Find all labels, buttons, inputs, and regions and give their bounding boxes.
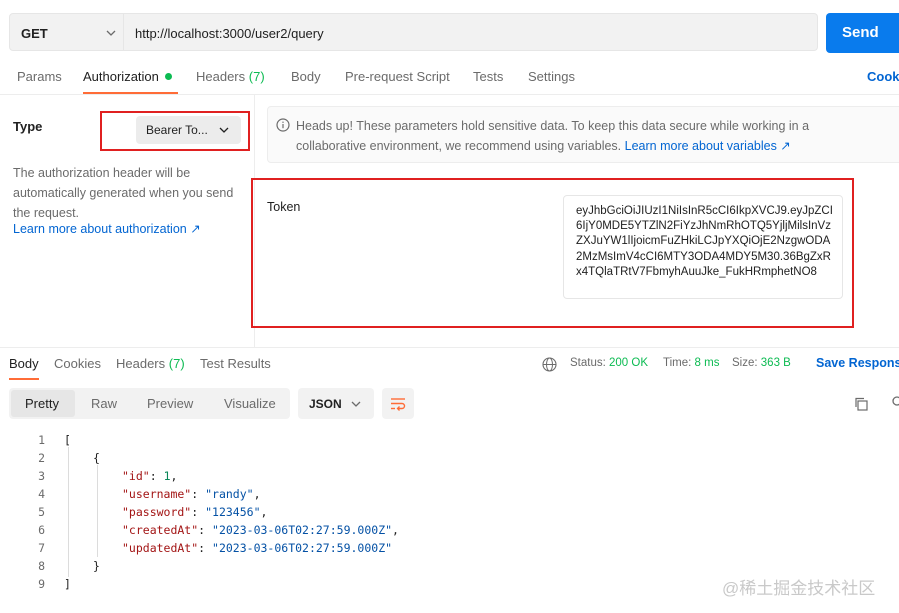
size-label: Size:	[732, 357, 758, 369]
active-dot-icon	[164, 73, 172, 80]
time-value: 8 ms	[694, 357, 720, 369]
response-tab-headers[interactable]: Headers (7)	[116, 356, 185, 371]
code-line: "id": 1,	[122, 469, 178, 483]
save-response-button[interactable]: Save Response	[816, 356, 899, 370]
view-raw[interactable]: Raw	[91, 396, 117, 411]
auth-type-label: Type	[13, 119, 43, 134]
code-line: [	[64, 433, 71, 447]
response-headers-count: (7)	[168, 356, 185, 371]
tab-authorization-label: Authorization	[83, 69, 159, 84]
tab-headers[interactable]: Headers (7)	[196, 69, 265, 84]
token-value: eyJhbGciOiJIUzI1NiIsInR5cCI6IkpXVCJ9.eyJ…	[576, 205, 833, 278]
globe-icon[interactable]	[542, 357, 557, 372]
json-value: "123456"	[205, 505, 261, 519]
wrap-lines-button[interactable]	[382, 388, 414, 419]
tab-authorization[interactable]: Authorization	[83, 69, 172, 84]
json-key: "id"	[122, 469, 150, 483]
line-number: 4	[38, 487, 45, 501]
tabs-divider	[0, 94, 899, 95]
json-key: "username"	[122, 487, 192, 501]
chevron-down-icon	[351, 401, 361, 407]
line-number: 1	[38, 433, 45, 447]
line-number: 3	[38, 469, 45, 483]
token-label: Token	[267, 200, 301, 214]
response-active-tab-indicator	[9, 378, 39, 380]
notice-text: Heads up! These parameters hold sensitiv…	[296, 116, 856, 156]
size-value: 363 B	[760, 357, 791, 369]
view-preview[interactable]: Preview	[147, 396, 193, 411]
format-value: JSON	[309, 397, 342, 411]
tab-pre-request-script[interactable]: Pre-request Script	[345, 69, 450, 84]
info-icon	[276, 118, 290, 132]
code-line: "username": "randy",	[122, 487, 261, 501]
method-select[interactable]: GET	[9, 13, 124, 51]
learn-more-authorization-link[interactable]: Learn more about authorization ↗	[13, 221, 201, 236]
tab-params[interactable]: Params	[17, 69, 62, 84]
line-number: 8	[38, 559, 45, 573]
json-key: "createdAt"	[122, 523, 199, 537]
line-number: 7	[38, 541, 45, 555]
url-value: http://localhost:3000/user2/query	[135, 26, 324, 41]
send-button-label: Send	[842, 24, 879, 41]
line-number: 2	[38, 451, 45, 465]
json-value: 1	[163, 469, 171, 483]
json-key: "updatedAt"	[122, 541, 199, 555]
highlight-box-type	[100, 111, 250, 151]
auth-description: The authorization header will be automat…	[13, 166, 234, 220]
json-value: "randy"	[205, 487, 254, 501]
response-tab-test-results[interactable]: Test Results	[200, 356, 271, 371]
line-number: 9	[38, 577, 45, 591]
url-input[interactable]: http://localhost:3000/user2/query	[124, 13, 818, 51]
response-tab-cookies[interactable]: Cookies	[54, 356, 101, 371]
json-value: "2023-03-06T02:27:59.000Z"	[212, 523, 393, 537]
tab-headers-label: Headers	[196, 69, 246, 84]
tab-tests[interactable]: Tests	[473, 69, 503, 84]
method-value: GET	[21, 26, 48, 41]
chevron-down-icon	[106, 30, 116, 36]
time-meta[interactable]: Time: 8 ms	[663, 357, 719, 369]
headers-count: (7)	[248, 69, 265, 84]
copy-icon[interactable]	[854, 397, 868, 411]
code-line: }	[93, 559, 100, 573]
indent-guide	[68, 447, 69, 577]
token-input[interactable]: eyJhbGciOiJIUzI1NiIsInR5cCI6IkpXVCJ9.eyJ…	[563, 195, 843, 299]
response-tab-headers-label: Headers	[116, 356, 166, 371]
wrap-icon	[391, 398, 406, 411]
time-label: Time:	[663, 357, 692, 369]
tab-body[interactable]: Body	[291, 69, 321, 84]
search-icon[interactable]	[892, 396, 899, 408]
sensitive-data-notice: Heads up! These parameters hold sensitiv…	[267, 106, 899, 163]
watermark: @稀土掘金技术社区	[722, 579, 876, 598]
code-line: "createdAt": "2023-03-06T02:27:59.000Z",	[122, 523, 399, 537]
line-number: 5	[38, 505, 45, 519]
tab-settings[interactable]: Settings	[528, 69, 575, 84]
status-label: Status:	[570, 357, 606, 369]
cookies-link[interactable]: Cooki	[867, 69, 899, 84]
line-number: 6	[38, 523, 45, 537]
code-line: "updatedAt": "2023-03-06T02:27:59.000Z"	[122, 541, 393, 555]
code-line: "password": "123456",	[122, 505, 268, 519]
code-line: {	[93, 451, 100, 465]
size-meta[interactable]: Size: 363 B	[732, 357, 791, 369]
view-visualize[interactable]: Visualize	[224, 396, 276, 411]
send-button[interactable]: Send	[826, 13, 899, 53]
status-value: 200 OK	[609, 357, 649, 369]
format-select[interactable]: JSON	[298, 388, 374, 419]
response-tab-body[interactable]: Body	[9, 356, 39, 371]
json-key: "password"	[122, 505, 192, 519]
view-pretty[interactable]: Pretty	[25, 396, 59, 411]
indent-guide	[97, 465, 98, 557]
response-divider	[0, 347, 899, 348]
json-value: "2023-03-06T02:27:59.000Z"	[212, 541, 393, 555]
learn-more-variables-link[interactable]: Learn more about variables ↗	[625, 139, 791, 153]
code-line: ]	[64, 577, 71, 591]
status-meta[interactable]: Status: 200 OK	[570, 357, 648, 369]
